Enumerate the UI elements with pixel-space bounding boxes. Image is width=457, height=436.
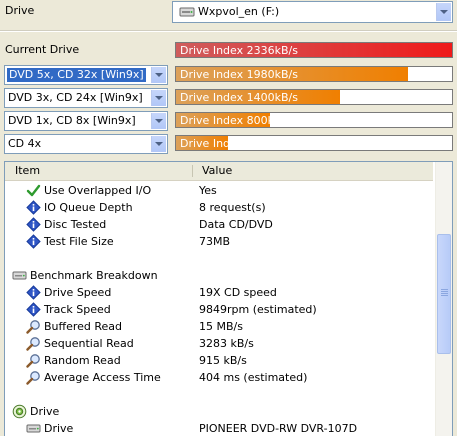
item-name: Random Read: [44, 354, 121, 367]
results-list[interactable]: Item Value Use Overlapped I/O Yes IO Queue…: [4, 161, 453, 436]
info-icon: [26, 302, 41, 317]
chevron-down-icon[interactable]: [436, 3, 451, 21]
item-value: 15 MB/s: [199, 320, 243, 333]
item-name: Sequential Read: [44, 337, 134, 350]
drive-icon: [12, 268, 27, 283]
item-value: 915 kB/s: [199, 354, 247, 367]
item-value: 19X CD speed: [199, 286, 277, 299]
current-drive-label: Current Drive: [5, 43, 80, 56]
info-icon: [26, 234, 41, 249]
drive-index-bar-1: Drive Index 1980kB/s: [175, 66, 453, 82]
item-name: Disc Tested: [44, 218, 107, 231]
drive-icon: [26, 421, 41, 436]
item-name: Use Overlapped I/O: [44, 184, 152, 197]
info-icon: [26, 217, 41, 232]
compare-drive-select-4[interactable]: CD 4x: [4, 134, 168, 154]
item-value: Yes: [199, 184, 217, 197]
item-name: Test File Size: [44, 235, 114, 248]
column-header-value[interactable]: Value: [202, 164, 232, 178]
magnifier-icon: [26, 336, 41, 351]
item-name: Drive Speed: [44, 286, 112, 299]
select-value: DVD 3x, CD 24x [Win9x]: [8, 91, 143, 104]
item-name: IO Queue Depth: [44, 201, 133, 214]
compare-drive-select-1[interactable]: DVD 5x, CD 32x [Win9x]: [4, 65, 168, 85]
bar-label: Drive Index 2336kB/s: [180, 44, 298, 57]
chevron-down-icon[interactable]: [151, 90, 166, 106]
item-value: 9849rpm (estimated): [199, 303, 317, 316]
bar-label: Drive Index 1980kB/s: [180, 68, 298, 81]
item-name: Average Access Time: [44, 371, 161, 384]
bar-label: Drive Index 450kB/s: [180, 137, 291, 150]
item-value: 73MB: [199, 235, 231, 248]
item-value: PIONEER DVD-RW DVR-107D: [199, 422, 358, 435]
bar-label: Drive Index 800kB/s: [180, 114, 291, 127]
list-item[interactable]: Sequential Read 3283 kB/s: [5, 335, 433, 352]
vertical-scrollbar[interactable]: [435, 162, 452, 436]
item-name: Drive: [30, 405, 60, 418]
select-value: DVD 1x, CD 8x [Win9x]: [8, 114, 136, 127]
list-item[interactable]: IO Queue Depth 8 request(s): [5, 199, 433, 216]
drive-index-bar-2: Drive Index 1400kB/s: [175, 89, 453, 105]
drive-index-bar-current: Drive Index 2336kB/s: [175, 42, 453, 58]
list-item[interactable]: Disc Tested Data CD/DVD: [5, 216, 433, 233]
chevron-down-icon[interactable]: [151, 136, 166, 152]
list-item[interactable]: Drive PIONEER DVD-RW DVR-107D: [5, 420, 433, 436]
compare-drive-select-3[interactable]: DVD 1x, CD 8x [Win9x]: [4, 111, 168, 131]
info-icon: [26, 285, 41, 300]
scrollbar-thumb[interactable]: [437, 234, 451, 354]
magnifier-icon: [26, 319, 41, 334]
list-header: Item Value: [5, 162, 433, 181]
select-value: CD 4x: [8, 137, 42, 150]
list-item[interactable]: Average Access Time 404 ms (estimated): [5, 369, 433, 386]
item-name: Drive: [44, 422, 74, 435]
item-name: Benchmark Breakdown: [30, 269, 158, 282]
drive-select[interactable]: Wxpvol_en (F:): [172, 1, 453, 23]
drive-label: Drive: [5, 4, 35, 17]
column-header-item[interactable]: Item: [15, 164, 40, 178]
item-name: Track Speed: [44, 303, 111, 316]
item-value: 3283 kB/s: [199, 337, 254, 350]
drive-icon: [179, 5, 195, 19]
chevron-down-icon[interactable]: [151, 113, 166, 129]
chevron-down-icon[interactable]: [151, 67, 166, 83]
item-value: 8 request(s): [199, 201, 266, 214]
magnifier-icon: [26, 353, 41, 368]
list-item[interactable]: Track Speed 9849rpm (estimated): [5, 301, 433, 318]
drive-index-bar-4: Drive Index 450kB/s: [175, 135, 453, 151]
item-value: Data CD/DVD: [199, 218, 273, 231]
list-item[interactable]: Use Overlapped I/O Yes: [5, 182, 433, 199]
magnifier-icon: [26, 370, 41, 385]
select-value: DVD 5x, CD 32x [Win9x]: [7, 68, 146, 82]
list-item[interactable]: Test File Size 73MB: [5, 233, 433, 250]
item-value: 404 ms (estimated): [199, 371, 308, 384]
list-item[interactable]: Random Read 915 kB/s: [5, 352, 433, 369]
drive-index-bar-3: Drive Index 800kB/s: [175, 112, 453, 128]
drive-select-value: Wxpvol_en (F:): [198, 5, 280, 18]
check-icon: [26, 183, 41, 198]
list-item[interactable]: Buffered Read 15 MB/s: [5, 318, 433, 335]
disc-icon: [12, 404, 27, 419]
list-item[interactable]: Drive Speed 19X CD speed: [5, 284, 433, 301]
compare-drive-select-2[interactable]: DVD 3x, CD 24x [Win9x]: [4, 88, 168, 108]
info-icon: [26, 200, 41, 215]
item-name: Buffered Read: [44, 320, 123, 333]
list-item[interactable]: Drive: [5, 403, 433, 420]
list-item[interactable]: Benchmark Breakdown: [5, 267, 433, 284]
bar-label: Drive Index 1400kB/s: [180, 91, 298, 104]
